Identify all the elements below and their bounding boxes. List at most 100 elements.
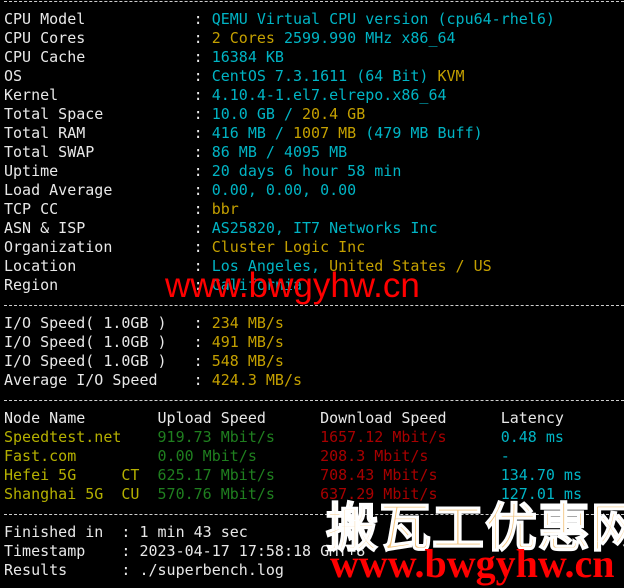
node-name: Hefei 5G bbox=[4, 466, 77, 484]
info-row: CPU Cores : 2 Cores 2599.990 MHz x86_64 bbox=[4, 29, 624, 48]
io-row: Average I/O Speed : 424.3 MB/s bbox=[4, 371, 624, 390]
io-label: I/O Speed( 1.0GB ) bbox=[4, 314, 167, 332]
colon-separator: : bbox=[121, 561, 140, 579]
info-row: ASN & ISP : AS25820, IT7 Networks Inc bbox=[4, 219, 624, 238]
io-label: I/O Speed( 1.0GB ) bbox=[4, 333, 167, 351]
colon-separator: : bbox=[121, 523, 140, 541]
upload-speed: 570.76 Mbit/s bbox=[157, 485, 275, 503]
io-label: Average I/O Speed bbox=[4, 371, 158, 389]
info-label: Organization bbox=[4, 238, 113, 256]
colon-separator: : bbox=[193, 238, 212, 256]
watermark-url: www.bwgyhw.cn bbox=[165, 266, 420, 305]
info-label: ASN & ISP bbox=[4, 219, 86, 237]
info-label: TCP CC bbox=[4, 200, 59, 218]
divider bbox=[4, 390, 624, 409]
colon-separator: : bbox=[193, 10, 212, 28]
info-value: (479 MB Buff) bbox=[356, 124, 483, 142]
colon-separator: : bbox=[193, 29, 212, 47]
summary-label: Timestamp bbox=[4, 542, 86, 560]
summary-label: Results bbox=[4, 561, 68, 579]
info-row: CPU Model : QEMU Virtual CPU version (cp… bbox=[4, 10, 624, 29]
info-row: Uptime : 20 days 6 hour 58 min bbox=[4, 162, 624, 181]
info-row: Kernel : 4.10.4-1.el7.elrepo.x86_64 bbox=[4, 86, 624, 105]
info-value: Cluster Logic Inc bbox=[211, 238, 366, 256]
info-label: Kernel bbox=[4, 86, 59, 104]
info-value: 20.4 GB bbox=[293, 105, 366, 123]
info-row: Load Average : 0.00, 0.00, 0.00 bbox=[4, 181, 624, 200]
info-label: OS bbox=[4, 67, 23, 85]
divider bbox=[4, 0, 624, 10]
info-value: 20 days 6 hour 58 min bbox=[211, 162, 402, 180]
info-label: CPU Model bbox=[4, 10, 86, 28]
latency: 0.48 ms bbox=[500, 428, 564, 446]
info-label: Uptime bbox=[4, 162, 59, 180]
colon-separator: : bbox=[193, 162, 212, 180]
io-value: 424.3 MB/s bbox=[211, 371, 303, 389]
info-label: CPU Cache bbox=[4, 48, 86, 66]
info-value: 1007 MB bbox=[283, 124, 357, 142]
colon-separator: : bbox=[193, 105, 212, 123]
latency: - bbox=[500, 447, 510, 465]
download-speed: 1657.12 Mbit/s bbox=[320, 428, 447, 446]
column-header: Node Name bbox=[4, 409, 86, 427]
column-header: Latency bbox=[500, 409, 564, 427]
info-value: KVM bbox=[428, 67, 465, 85]
node-name: Speedtest.net bbox=[4, 428, 122, 446]
speedtest-header: Node Name Upload Speed Download Speed La… bbox=[4, 409, 624, 428]
info-row: Total RAM : 416 MB / 1007 MB (479 MB Buf… bbox=[4, 124, 624, 143]
speedtest-row: Fast.com 0.00 Mbit/s 208.3 Mbit/s - bbox=[4, 447, 624, 466]
colon-separator: : bbox=[193, 48, 212, 66]
node-isp: CT bbox=[121, 466, 140, 484]
node-name: Fast.com bbox=[4, 447, 77, 465]
node-name: Shanghai 5G bbox=[4, 485, 104, 503]
io-value: 491 MB/s bbox=[211, 333, 284, 351]
info-value: 86 MB / 4095 MB bbox=[211, 143, 348, 161]
colon-separator: : bbox=[193, 314, 212, 332]
summary-label: Finished in bbox=[4, 523, 104, 541]
summary-value: 1 min 43 sec bbox=[139, 523, 248, 541]
info-row: Total Space : 10.0 GB / 20.4 GB bbox=[4, 105, 624, 124]
colon-separator: : bbox=[121, 542, 140, 560]
node-isp: CU bbox=[121, 485, 140, 503]
colon-separator: : bbox=[193, 143, 212, 161]
info-value: bbr bbox=[211, 200, 239, 218]
info-value: 0.00, 0.00, 0.00 bbox=[211, 181, 357, 199]
download-speed: 708.43 Mbit/s bbox=[320, 466, 438, 484]
speedtest-row: Hefei 5G CT 625.17 Mbit/s 708.43 Mbit/s … bbox=[4, 466, 624, 485]
io-value: 234 MB/s bbox=[211, 314, 284, 332]
info-label: Total Space bbox=[4, 105, 104, 123]
info-row: OS : CentOS 7.3.1611 (64 Bit) KVM bbox=[4, 67, 624, 86]
column-header: Upload Speed bbox=[157, 409, 266, 427]
io-row: I/O Speed( 1.0GB ) : 234 MB/s bbox=[4, 314, 624, 333]
io-label: I/O Speed( 1.0GB ) bbox=[4, 352, 167, 370]
info-label: Total SWAP bbox=[4, 143, 95, 161]
info-label: Load Average bbox=[4, 181, 113, 199]
info-value: 10.0 GB / bbox=[211, 105, 293, 123]
info-value: 2599.990 MHz x86_64 bbox=[274, 29, 456, 47]
info-row: Total SWAP : 86 MB / 4095 MB bbox=[4, 143, 624, 162]
info-label: Location bbox=[4, 257, 77, 275]
colon-separator: : bbox=[193, 333, 212, 351]
info-row: Organization : Cluster Logic Inc bbox=[4, 238, 624, 257]
colon-separator: : bbox=[193, 371, 212, 389]
column-header: Download Speed bbox=[320, 409, 447, 427]
upload-speed: 0.00 Mbit/s bbox=[157, 447, 257, 465]
info-value: AS25820, IT7 Networks Inc bbox=[211, 219, 438, 237]
colon-separator: : bbox=[193, 124, 212, 142]
speedtest-row: Speedtest.net 919.73 Mbit/s 1657.12 Mbit… bbox=[4, 428, 624, 447]
info-label: Total RAM bbox=[4, 124, 86, 142]
latency: 134.70 ms bbox=[500, 466, 582, 484]
info-value: CentOS 7.3.1611 (64 Bit) bbox=[211, 67, 429, 85]
info-label: CPU Cores bbox=[4, 29, 86, 47]
upload-speed: 625.17 Mbit/s bbox=[157, 466, 275, 484]
info-value: 416 MB / bbox=[211, 124, 284, 142]
colon-separator: : bbox=[193, 181, 212, 199]
colon-separator: : bbox=[193, 219, 212, 237]
watermark-url-corner: www.bwgyhw.cn bbox=[330, 541, 615, 586]
io-row: I/O Speed( 1.0GB ) : 491 MB/s bbox=[4, 333, 624, 352]
summary-value: ./superbench.log bbox=[139, 561, 284, 579]
io-value: 548 MB/s bbox=[211, 352, 284, 370]
info-row: CPU Cache : 16384 KB bbox=[4, 48, 624, 67]
info-value: 16384 KB bbox=[211, 48, 284, 66]
colon-separator: : bbox=[193, 67, 212, 85]
